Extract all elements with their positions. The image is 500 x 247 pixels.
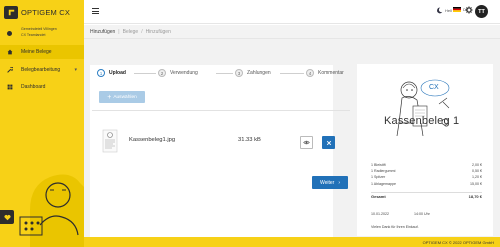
step-number: 3 [235,69,243,77]
profile-dot-icon [7,31,12,36]
step-number: 1 [97,69,105,77]
top-bar: Hell DE TT [84,0,500,24]
step-number: 4 [306,69,314,77]
profile-line-1: Gemeindeteil Villingen [21,27,57,31]
receipt-thanks: Vielen Dank für Ihren Einkauf. [371,225,419,229]
next-button[interactable]: Weiter › [312,176,348,189]
eye-icon [303,140,310,145]
step-connector [216,73,233,74]
footer-text: OPTIGEM CX © 2022 OPTIGEM GmbH [422,239,494,245]
theme-toggle[interactable]: Hell [436,7,452,14]
file-thumbnail[interactable] [102,129,118,153]
step-label: Kommentar [318,70,344,76]
receipt-row: 1 Ablagemappe 15,00 € [371,182,482,188]
receipt-time: 14:00 Uhr [414,212,430,216]
close-icon [326,140,331,145]
divider [92,110,350,111]
file-name: Kassenbeleg1.jpg [129,137,176,143]
breadcrumb: Hinzufügen | Belege / Hinzufügen [84,25,500,39]
mascot-illustration [19,174,84,247]
menu-icon[interactable] [92,8,99,14]
view-file-button[interactable] [300,136,313,149]
theme-label: Hell [445,8,452,13]
wrench-icon [7,67,13,73]
feedback-button[interactable] [0,210,14,224]
step-kommentar[interactable]: 4 Kommentar [306,69,344,77]
receipt-items: 1 Bleistift 2,00 € 1 Radiergummi 0,50 € … [371,163,482,188]
heart-icon [3,214,11,220]
step-label: Zahlungen [247,70,271,76]
sidebar-item-dashboard[interactable]: Dashboard [0,80,84,94]
profile-line-2: CX Teamlandet [21,33,46,37]
grid-icon [7,84,13,90]
receipt-item-name: 1 Ablagemappe [371,181,396,186]
receipt-title: Kassenbeleg 1 [384,115,460,127]
flag-de-icon [453,7,461,12]
breadcrumb-item: Hinzufügen [145,28,171,35]
chevron-right-icon: › [338,179,341,186]
next-label: Weiter [319,179,335,186]
receipt-item-price: 15,00 € [470,181,482,186]
step-label: Upload [109,70,126,76]
sidebar-item-belegbearbeitung[interactable]: Belegbearbeitung ▾ [0,63,84,77]
step-verwendung[interactable]: 2 Verwendung [158,69,198,77]
receipt-date: 10.01.2022 [371,212,389,216]
breadcrumb-item: Hinzufügen [90,28,116,35]
sidebar-item-label: Meine Belege [21,49,52,55]
settings-button[interactable] [465,6,473,14]
receipt-total: Gesamt 18,70 € [371,192,482,199]
logo-icon [4,5,18,19]
step-upload[interactable]: 1 Upload [97,69,126,77]
remove-file-button[interactable] [322,136,335,149]
home-icon [7,49,13,55]
step-zahlungen[interactable]: 3 Zahlungen [235,69,271,77]
sidebar-item-label: Belegbearbeitung [21,67,61,73]
breadcrumb-separator: | [118,28,120,35]
step-connector [134,73,156,74]
step-number: 2 [158,69,166,77]
sidebar-item-meine-belege[interactable]: Meine Belege [0,45,84,59]
file-size: 31.33 kB [238,137,261,143]
file-row: Kassenbeleg1.jpg 31.33 kB [96,124,344,164]
step-label: Verwendung [170,70,198,76]
brand-logo[interactable]: OPTIGEM CX [4,5,70,19]
avatar[interactable]: TT [475,5,488,18]
select-file-label: Auswählen [113,94,137,100]
sidebar: OPTIGEM CX Gemeindeteil Villingen CX Tea… [0,0,84,247]
gear-icon [465,6,473,14]
brand-name: OPTIGEM CX [21,7,71,17]
bubble-text: CX [429,84,439,91]
footer: OPTIGEM CX © 2022 OPTIGEM GmbH [84,237,500,247]
breadcrumb-separator: / [141,28,143,35]
sidebar-item-label: Dashboard [21,84,46,90]
receipt-total-label: Gesamt [371,194,386,199]
chevron-down-icon: ▾ [74,67,77,73]
plus-icon: + [107,93,112,101]
breadcrumb-item[interactable]: Belege [123,29,139,35]
receipt-illustration [396,79,450,137]
receipt-total-value: 18,70 € [468,194,482,199]
select-file-button[interactable]: + Auswählen [99,91,145,103]
receipt-preview: CX [357,64,493,236]
moon-icon [437,7,443,14]
profile-info[interactable]: Gemeindeteil Villingen CX Teamlandet [7,26,83,42]
step-connector [280,73,304,74]
stepper: 1 Upload 2 Verwendung 3 Zahlungen 4 Komm… [92,69,354,81]
